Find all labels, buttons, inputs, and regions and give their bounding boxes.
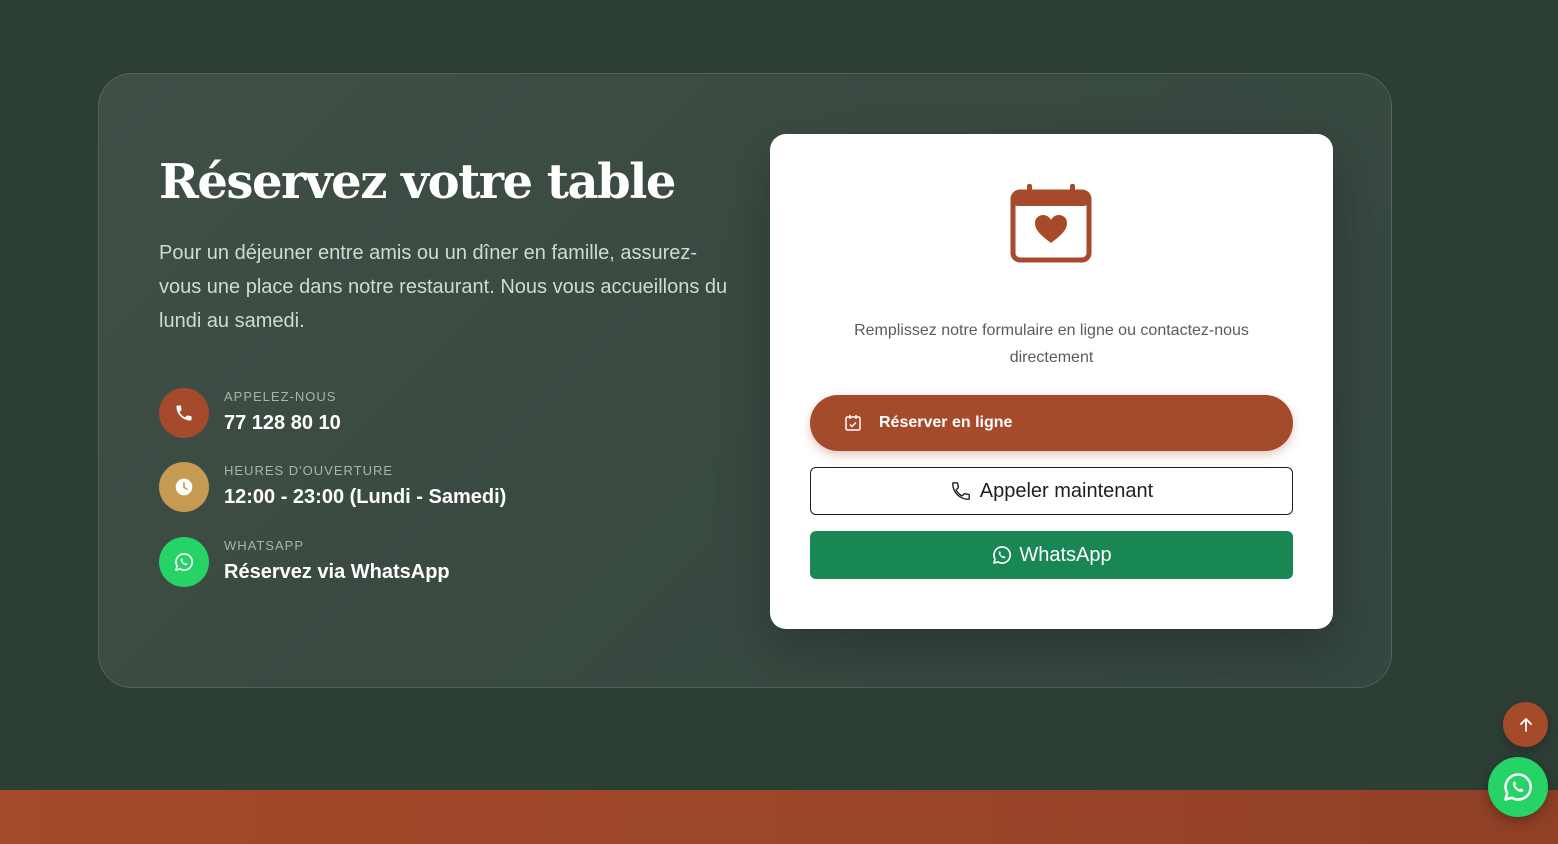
floating-whatsapp-button[interactable] xyxy=(1488,757,1548,817)
calendar-heart-icon xyxy=(1008,182,1094,268)
clock-icon xyxy=(159,462,209,512)
contact-whatsapp[interactable]: WHATSAPP Réservez via WhatsApp xyxy=(159,537,719,591)
contact-phone[interactable]: APPELEZ-NOUS 77 128 80 10 xyxy=(159,388,719,442)
contact-hours-label: HEURES D'OUVERTURE xyxy=(224,463,394,478)
phone-icon xyxy=(159,388,209,438)
contact-hours-value: 12:00 - 23:00 (Lundi - Samedi) xyxy=(224,486,507,508)
call-now-label: Appeler maintenant xyxy=(979,479,1154,502)
contact-whatsapp-label: WHATSAPP xyxy=(224,538,304,553)
reservation-card: Remplissez notre formulaire en ligne ou … xyxy=(770,134,1333,629)
reserve-online-label: Réserver en ligne xyxy=(879,414,1013,431)
arrow-up-icon xyxy=(1516,715,1536,735)
whatsapp-button-label: WhatsApp xyxy=(1019,543,1112,566)
call-now-button[interactable]: Appeler maintenant xyxy=(810,467,1293,515)
reservation-panel: Réservez votre table Pour un déjeuner en… xyxy=(98,73,1392,688)
contact-hours: HEURES D'OUVERTURE 12:00 - 23:00 (Lundi … xyxy=(159,462,719,516)
scroll-to-top-button[interactable] xyxy=(1503,702,1548,747)
phone-icon xyxy=(950,480,972,502)
whatsapp-button[interactable]: WhatsApp xyxy=(810,531,1293,579)
footer-strip xyxy=(0,790,1558,844)
contact-phone-label: APPELEZ-NOUS xyxy=(224,389,337,404)
card-description: Remplissez notre formulaire en ligne ou … xyxy=(854,322,1249,366)
reserve-online-button[interactable]: Réserver en ligne xyxy=(810,395,1293,451)
whatsapp-icon xyxy=(991,544,1013,566)
contact-whatsapp-value: Réservez via WhatsApp xyxy=(224,561,450,583)
whatsapp-icon xyxy=(1501,770,1535,804)
section-description: Pour un déjeuner entre amis ou un dîner … xyxy=(159,242,728,332)
whatsapp-icon xyxy=(159,537,209,587)
section-title: Réservez votre table xyxy=(159,154,676,210)
calendar-check-icon xyxy=(843,413,863,433)
contact-phone-value: 77 128 80 10 xyxy=(224,412,341,434)
